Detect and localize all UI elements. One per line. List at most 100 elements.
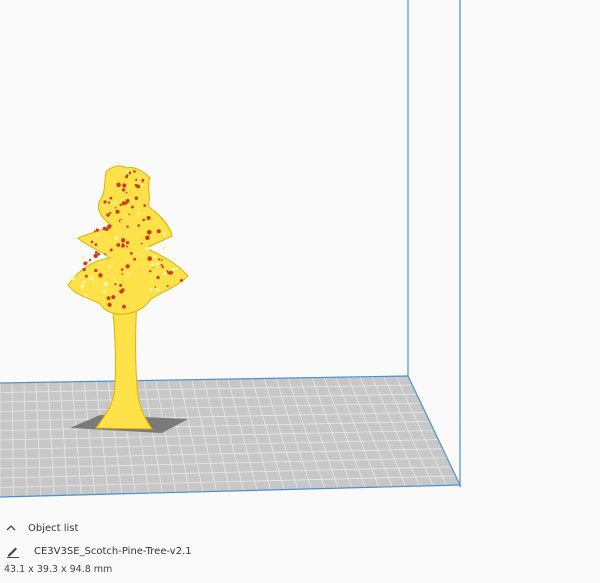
foliage-highlight (175, 267, 179, 271)
foliage-highlight (119, 220, 122, 222)
foliage-highlight (84, 293, 88, 297)
overhang-mark (126, 241, 130, 245)
foliage-highlight (137, 212, 141, 216)
overhang-mark (93, 253, 98, 259)
overhang-mark (104, 253, 107, 256)
overhang-mark (83, 261, 88, 266)
foliage-highlight (114, 236, 119, 240)
overhang-mark (146, 216, 151, 220)
build-plate (0, 375, 461, 498)
overhang-mark (134, 183, 138, 187)
overhang-mark (135, 178, 138, 181)
foliage-highlight (103, 281, 109, 287)
overhang-mark (94, 230, 96, 233)
foliage-highlight (125, 214, 128, 217)
overhang-mark (131, 205, 134, 209)
foliage-highlight (146, 295, 149, 298)
overhang-mark (88, 258, 92, 262)
object-list-item[interactable]: CE3V3SE_Scotch-Pine-Tree-v2.1 (6, 542, 192, 560)
overhang-mark (122, 304, 126, 309)
foliage-highlight (156, 262, 160, 266)
foliage-highlight (71, 276, 76, 281)
foliage-highlight (162, 232, 166, 236)
foliage-highlight (161, 246, 166, 250)
overhang-mark (146, 235, 149, 238)
overhang-mark (161, 265, 164, 269)
foliage-highlight (151, 274, 154, 277)
overhang-mark (125, 264, 130, 269)
overhang-mark (156, 229, 161, 234)
foliage-highlight (120, 244, 122, 246)
overhang-mark (94, 243, 98, 246)
foliage-highlight (108, 255, 111, 258)
overhang-mark (109, 196, 113, 200)
overhang-mark (134, 196, 138, 200)
overhang-mark (121, 201, 126, 206)
overhang-mark (122, 288, 125, 291)
foliage-highlight (145, 246, 149, 251)
foliage-highlight (96, 234, 99, 237)
foliage-highlight (102, 220, 107, 225)
overhang-mark (158, 258, 161, 261)
overhang-mark (147, 229, 152, 235)
overhang-mark (129, 252, 133, 255)
overhang-mark (125, 175, 128, 179)
overhang-mark (97, 252, 101, 256)
overhang-mark (154, 286, 157, 289)
foliage-highlight (171, 267, 175, 272)
app-window: Object list CE3V3SE_Scotch-Pine-Tree-v2.… (0, 0, 600, 583)
foliage-highlight (87, 261, 91, 264)
overhang-mark (122, 183, 127, 188)
overhang-mark (119, 289, 124, 294)
overhang-mark (168, 271, 172, 275)
overhang-mark (119, 203, 122, 207)
overhang-mark (119, 283, 123, 287)
object-dimensions: 43.1 x 39.3 x 94.8 mm (4, 564, 113, 575)
overhang-mark (116, 243, 121, 247)
overhang-mark (137, 224, 140, 227)
overhang-mark (125, 245, 128, 248)
overhang-mark (166, 285, 169, 288)
foliage-highlight (141, 183, 144, 186)
object-name: CE3V3SE_Scotch-Pine-Tree-v2.1 (34, 545, 192, 557)
object-list-title: Object list (28, 522, 79, 534)
overhang-mark (106, 213, 110, 217)
foliage-highlight (80, 284, 85, 289)
overhang-mark (147, 256, 152, 261)
3d-viewport[interactable] (0, 0, 600, 583)
overhang-mark (111, 295, 116, 300)
overhang-mark (120, 268, 124, 271)
overhang-mark (125, 191, 128, 194)
overhang-mark (115, 209, 120, 214)
foliage-highlight (110, 202, 113, 205)
overhang-mark (106, 296, 111, 301)
overhang-mark (109, 211, 112, 214)
object-list-toggle[interactable]: Object list (6, 519, 78, 537)
tree-foliage (67, 165, 189, 315)
foliage-highlight (155, 287, 160, 292)
overhang-mark (94, 268, 98, 273)
overhang-mark (128, 213, 130, 216)
viewport-canvas[interactable] (0, 0, 600, 583)
overhang-mark (160, 263, 163, 267)
foliage-highlight (127, 272, 131, 276)
pencil-icon[interactable] (6, 544, 20, 558)
overhang-mark (143, 204, 147, 207)
foliage-highlight (129, 200, 132, 203)
overhang-mark (133, 257, 137, 261)
foliage-highlight (153, 255, 157, 259)
overhang-mark (107, 224, 112, 229)
overhang-mark (114, 283, 117, 286)
overhang-mark (133, 170, 136, 173)
overhang-mark (141, 181, 144, 183)
overhang-mark (142, 218, 145, 222)
chevron-up-icon[interactable] (6, 523, 16, 533)
foliage-highlight (82, 280, 86, 284)
overhang-mark (121, 273, 124, 275)
foliage-highlight (102, 289, 107, 294)
overhang-mark (156, 275, 160, 280)
overhang-mark (149, 270, 152, 273)
overhang-mark (95, 228, 99, 232)
foliage-highlight (107, 264, 111, 269)
overhang-mark (90, 240, 94, 244)
